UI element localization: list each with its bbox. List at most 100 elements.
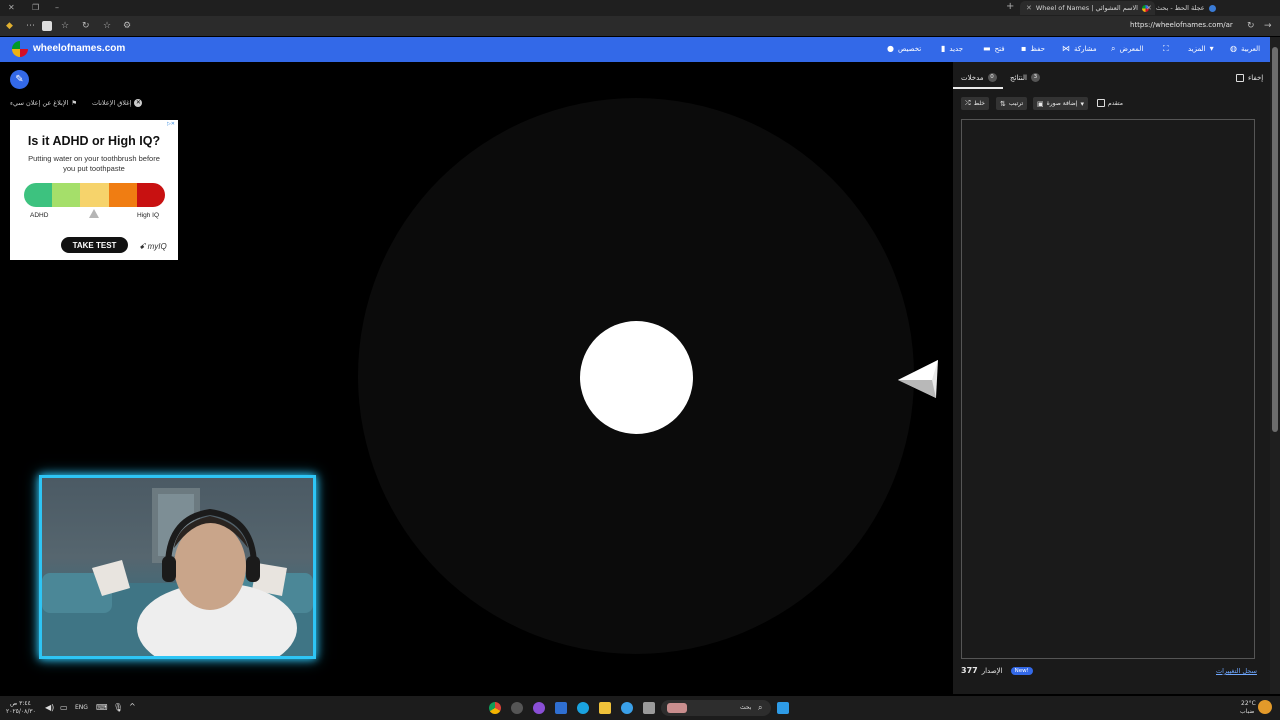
tab-results[interactable]: النتائج 3 xyxy=(1010,73,1040,82)
site-logo-icon[interactable] xyxy=(12,41,28,57)
advertisement[interactable]: ▷✕ Is it ADHD or High IQ? Putting water … xyxy=(10,120,178,260)
tab-search[interactable]: ✕ عجلة الحظ - بحث xyxy=(1140,1,1222,15)
report-ad-link[interactable]: الإبلاغ عن إعلان سيء ⚑ xyxy=(10,99,77,107)
new-label: جديد xyxy=(949,44,964,53)
close-tab-icon[interactable]: ✕ xyxy=(1026,4,1032,12)
address-bar-url[interactable]: https://wheelofnames.com/ar xyxy=(1130,21,1233,29)
results-count-badge: 3 xyxy=(1030,73,1040,82)
reload-icon[interactable]: ↻ xyxy=(1247,21,1255,31)
entries-textarea[interactable] xyxy=(961,119,1255,659)
share-button[interactable]: ⋈ مشاركة xyxy=(1062,44,1097,53)
customize-button[interactable]: ● تخصيص xyxy=(887,44,921,53)
weather-icon[interactable] xyxy=(1258,700,1272,714)
favorites-icon[interactable]: ☆ xyxy=(61,21,69,31)
calendar-icon[interactable] xyxy=(555,702,567,714)
network-icon[interactable]: ▭ xyxy=(60,703,68,712)
report-ad-label: الإبلاغ عن إعلان سيء xyxy=(10,99,69,107)
version-number: 377 xyxy=(961,666,978,675)
take-test-button[interactable]: TAKE TEST xyxy=(61,237,128,253)
shuffle-icon: ⤮ xyxy=(965,99,971,107)
back-icon[interactable]: → xyxy=(1264,21,1272,31)
globe-icon: ◍ xyxy=(1230,44,1237,53)
save-label: حفظ xyxy=(1030,44,1045,53)
bookmark-star-icon[interactable]: ☆ xyxy=(103,21,111,31)
search-highlight-icon xyxy=(667,703,687,713)
copilot-icon[interactable] xyxy=(621,702,633,714)
shuffle-button[interactable]: ⤮ خلط xyxy=(961,97,989,110)
tab-entries[interactable]: مدخلات 0 xyxy=(961,73,997,82)
advanced-toggle[interactable]: متقدم xyxy=(1097,99,1123,107)
clock-time[interactable]: ٣:٤٤ ص xyxy=(10,700,31,707)
ad-choices-icon[interactable]: ▷✕ xyxy=(167,121,175,127)
close-ads-link[interactable]: إغلاق الإعلانات ✕ xyxy=(92,99,143,107)
close-window-icon[interactable]: ✕ xyxy=(8,3,15,12)
wheel-center-hub[interactable] xyxy=(580,321,693,434)
panel-tabs: مدخلات 0 النتائج 3 إخفاء xyxy=(953,62,1270,89)
tab-title: عجلة الحظ - بحث xyxy=(1155,4,1205,12)
browser-tabstrip: ✕ ❐ – + ✕ Wheel of Names | الاسم العشوائ… xyxy=(0,0,1280,16)
microphone-icon[interactable]: 🎙 xyxy=(113,703,123,712)
ad-scale-marker-icon xyxy=(89,209,99,218)
app-icon[interactable] xyxy=(533,702,545,714)
extensions-icon[interactable] xyxy=(42,21,52,31)
chrome-icon[interactable] xyxy=(489,702,501,714)
shuffle-label: خلط xyxy=(973,100,985,107)
ad-label-left: ADHD xyxy=(30,212,49,219)
copilot-icon[interactable]: ◆ xyxy=(6,21,13,31)
search-favicon-icon xyxy=(1208,4,1216,12)
language-label: العربية xyxy=(1240,44,1261,53)
taskbar-search[interactable]: بحث ⌕ xyxy=(661,700,771,716)
site-name[interactable]: wheelofnames.com xyxy=(33,43,125,54)
keyboard-icon[interactable]: ⌨ xyxy=(96,703,108,712)
changelog-link[interactable]: سجل التغييرات xyxy=(1216,667,1257,675)
add-image-label: إضافة صورة xyxy=(1046,100,1078,107)
open-label: فتح xyxy=(994,44,1005,53)
add-image-button[interactable]: ▣ إضافة صورة ▾ xyxy=(1033,97,1088,110)
minimize-window-icon[interactable]: – xyxy=(55,3,59,12)
image-icon: ▣ xyxy=(1037,99,1044,108)
fullscreen-button[interactable]: ⛶ xyxy=(1163,44,1169,54)
scrollbar-thumb[interactable] xyxy=(1272,47,1278,432)
new-button[interactable]: ▮ جديد xyxy=(941,44,963,53)
input-language[interactable]: ENG xyxy=(75,704,88,711)
close-tab-icon[interactable]: ✕ xyxy=(1146,4,1152,12)
new-badge: New! xyxy=(1010,666,1033,675)
sort-label: ترتيب xyxy=(1008,100,1024,107)
hide-label: إخفاء xyxy=(1248,74,1264,82)
weather-temp[interactable]: 22°C xyxy=(1241,700,1256,707)
refresh-icon[interactable]: ↻ xyxy=(82,21,90,31)
sort-button[interactable]: ⇅ ترتيب xyxy=(996,97,1028,110)
more-icon[interactable]: ⋯ xyxy=(26,21,35,31)
hide-checkbox[interactable] xyxy=(1236,74,1244,82)
tab-entries-label: مدخلات xyxy=(961,73,984,82)
edit-pencil-button[interactable]: ✎ xyxy=(10,70,29,89)
page-scrollbar[interactable] xyxy=(1270,37,1280,694)
ad-brand-label: myIQ xyxy=(147,242,167,251)
weather-desc[interactable]: ضباب xyxy=(1240,708,1254,715)
hide-panel-toggle[interactable]: إخفاء xyxy=(1236,74,1263,82)
chevron-up-icon[interactable]: ^ xyxy=(129,702,136,711)
more-label: المزيد xyxy=(1188,44,1206,53)
new-tab-icon[interactable]: + xyxy=(1006,1,1014,12)
file-explorer-icon[interactable] xyxy=(599,702,611,714)
save-button[interactable]: ▪ حفظ xyxy=(1021,44,1045,53)
open-button[interactable]: ▬ فتح xyxy=(983,44,1005,53)
task-view-icon[interactable] xyxy=(643,702,655,714)
version-label: الإصدار xyxy=(981,666,1003,675)
gallery-button[interactable]: ⌕ المعرض xyxy=(1111,44,1143,54)
share-label: مشاركة xyxy=(1074,44,1097,53)
ad-label-right: High IQ xyxy=(137,212,160,219)
settings-icon[interactable]: ⚙ xyxy=(123,21,131,31)
restore-window-icon[interactable]: ❐ xyxy=(32,3,39,12)
app-icon[interactable] xyxy=(511,702,523,714)
language-button[interactable]: ◍ العربية xyxy=(1230,44,1260,53)
edge-icon[interactable] xyxy=(577,702,589,714)
chevron-down-icon: ▾ xyxy=(1080,99,1084,108)
advanced-checkbox[interactable] xyxy=(1097,99,1105,107)
tab-wheel-of-names[interactable]: ✕ Wheel of Names | الاسم العشوائي xyxy=(1020,1,1155,15)
windows-start-icon[interactable] xyxy=(777,702,789,714)
active-tab-indicator xyxy=(953,87,1003,89)
clock-date[interactable]: ٢٠٢٥/٠٨/٣٠ xyxy=(6,708,36,715)
more-menu-button[interactable]: المزيد ▾ xyxy=(1188,44,1214,53)
volume-icon[interactable]: ◀) xyxy=(45,703,54,712)
